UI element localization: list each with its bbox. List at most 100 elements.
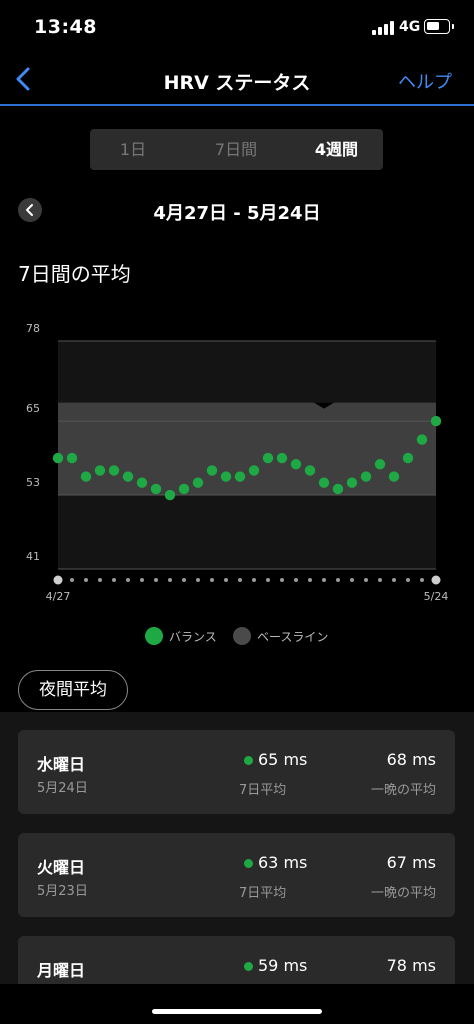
x-axis-tick [294,578,298,582]
y-tick-label: 65 [26,402,40,415]
x-axis-tick [308,578,312,582]
x-axis-tick [420,578,424,582]
x-axis-tick [154,578,158,582]
chart-legend: バランス ベースライン [0,624,474,648]
x-axis-tick [168,578,172,582]
seven-day-avg-value: 65 ms [258,750,308,769]
night-avg-value: 78 ms [386,956,436,975]
day-name: 火曜日 [37,858,86,877]
section-title: 7日間の平均 [18,262,131,286]
data-point [164,489,176,501]
seven-day-avg-label: 7日平均 [239,886,287,901]
data-point [94,465,106,476]
x-axis-tick [350,578,354,582]
data-point [52,452,64,464]
data-point [276,452,288,464]
data-point [360,471,372,482]
data-point [122,471,134,482]
x-axis-tick [252,578,256,582]
legend-balance-dot [145,627,163,645]
x-axis-tick [378,578,382,582]
data-point [220,471,232,482]
legend-baseline-label: ベースライン [257,629,329,644]
x-axis-tick [322,578,326,582]
data-point [388,471,400,482]
balance-status-icon [244,756,253,765]
data-point [430,415,442,427]
x-tick-label-start: 4/27 [46,590,71,603]
x-axis-tick [280,578,284,582]
x-axis-tick [210,578,214,582]
night-average-button[interactable]: 夜間平均 [18,670,128,710]
x-axis-tick [266,578,270,582]
seven-day-avg-value: 63 ms [258,853,308,872]
y-tick-label: 41 [26,550,40,563]
status-bar: 13:48 4G [0,0,474,56]
data-point [234,471,246,482]
data-point [346,477,358,488]
x-axis-tick [126,578,130,582]
data-point [178,483,190,495]
signal-icon [372,21,396,35]
date-range: 4月27日 - 5月24日 [153,203,321,224]
help-button[interactable]: ヘルプ [398,68,452,94]
nav-bar: HRV ステータス ヘルプ [0,56,474,106]
x-axis-tick [364,578,368,582]
data-point [402,452,414,464]
day-list: 水曜日 5月24日 65 ms 7日平均 68 ms 一晩の平均 火曜日 5月2… [0,712,474,1020]
data-point [318,477,330,488]
x-axis-tick [196,578,200,582]
balance-status-icon [244,859,253,868]
data-point [248,465,260,476]
seven-day-avg-value: 59 ms [258,956,308,975]
baseline-band [58,402,436,496]
network-label: 4G [399,19,421,35]
day-date: 5月23日 [37,884,88,899]
balance-status-icon [244,962,253,971]
data-point [80,471,92,482]
legend-baseline-dot [233,627,251,645]
day-date: 5月24日 [37,781,88,796]
period-selector: 1日 7日間 4週間 [90,129,383,170]
x-axis-tick [406,578,410,582]
x-axis-endpoint [431,575,441,585]
data-point [416,434,428,445]
x-axis-tick [224,578,228,582]
night-avg-value: 67 ms [386,853,436,872]
battery-icon [424,19,454,34]
x-axis-tick [98,578,102,582]
data-point [108,465,120,476]
day-card[interactable]: 火曜日 5月23日 63 ms 7日平均 67 ms 一晩の平均 [18,833,455,917]
data-point [206,465,218,476]
legend-balance-label: バランス [169,629,217,644]
x-axis-tick [182,578,186,582]
x-axis-tick [70,578,74,582]
data-point [374,459,386,470]
legend-balance: バランス [145,624,217,648]
x-axis-endpoint [53,575,63,585]
data-point [332,483,344,495]
day-card[interactable]: 水曜日 5月24日 65 ms 7日平均 68 ms 一晩の平均 [18,730,455,814]
tab-1-day[interactable]: 1日 [90,129,176,170]
x-tick-label-end: 5/24 [424,590,449,603]
home-indicator[interactable] [152,1009,322,1014]
x-axis-tick [336,578,340,582]
night-avg-label: 一晩の平均 [370,886,436,901]
tab-4-weeks[interactable]: 4週間 [290,129,383,170]
day-name: 水曜日 [37,755,86,774]
y-tick-label: 53 [26,476,40,489]
tab-7-days[interactable]: 7日間 [190,129,282,170]
home-area [0,984,474,1024]
seven-day-avg-label: 7日平均 [239,783,287,798]
hrv-chart: 78 65 53 41 4/27 5/24 [26,322,449,603]
status-time: 13:48 [34,16,97,38]
x-axis-tick [140,578,144,582]
y-tick-label: 78 [26,322,40,335]
legend-baseline: ベースライン [233,624,328,648]
data-point [290,459,302,470]
x-axis-tick [392,578,396,582]
night-avg-label: 一晩の平均 [370,783,436,798]
data-point [192,477,204,488]
x-axis-tick [112,578,116,582]
data-point [262,452,274,464]
